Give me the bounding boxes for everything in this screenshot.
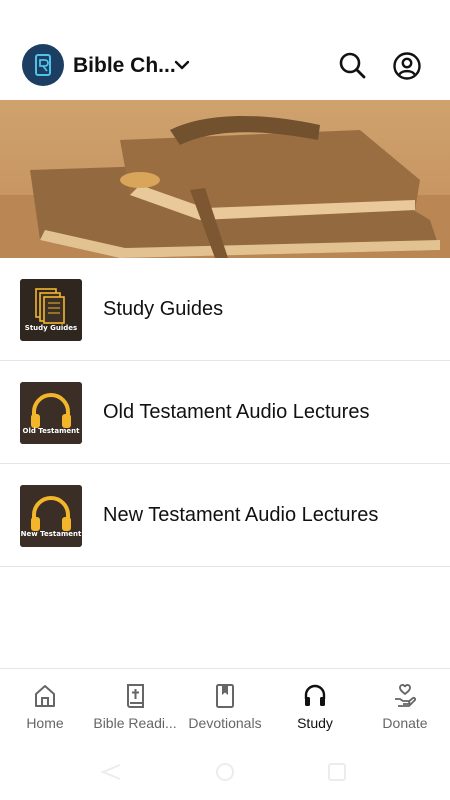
nav-label: Home bbox=[26, 715, 64, 731]
nav-label: Study bbox=[297, 715, 333, 731]
bookmark-book-icon bbox=[216, 684, 234, 708]
back-nav-icon bbox=[100, 764, 121, 780]
new-testament-thumbnail: New Testament bbox=[20, 485, 82, 547]
list-item-label: Old Testament Audio Lectures bbox=[103, 401, 370, 423]
nav-donate[interactable]: Donate bbox=[360, 669, 450, 751]
home-icon bbox=[35, 685, 55, 707]
app-header: Bible Ch... bbox=[0, 30, 450, 100]
nav-label: Devotionals bbox=[188, 715, 262, 731]
recents-nav-icon bbox=[328, 763, 346, 781]
nav-study[interactable]: Study bbox=[270, 669, 360, 751]
nav-label: Donate bbox=[382, 715, 428, 731]
nav-bible-reading[interactable]: Bible Readi... bbox=[90, 669, 180, 751]
app-title-dropdown[interactable]: Bible Ch... bbox=[73, 54, 176, 78]
nav-home[interactable]: Home bbox=[0, 669, 90, 751]
donate-hand-icon bbox=[395, 684, 417, 707]
bible-logo-icon bbox=[35, 54, 51, 76]
system-navigation-bar bbox=[0, 750, 450, 800]
bible-icon bbox=[127, 684, 144, 708]
list-item-old-testament-audio[interactable]: Old Testament Old Testament Audio Lectur… bbox=[0, 361, 450, 464]
list-item-new-testament-audio[interactable]: New Testament New Testament Audio Lectur… bbox=[0, 464, 450, 567]
bottom-navigation: Home Bible Readi... Devotionals Study Do… bbox=[0, 668, 450, 750]
study-guides-thumbnail: Study Guides bbox=[20, 279, 82, 341]
old-testament-thumbnail: Old Testament bbox=[20, 382, 82, 444]
search-icon[interactable] bbox=[338, 51, 366, 79]
list-item-label: Study Guides bbox=[103, 298, 224, 320]
list-item-study-guides[interactable]: Study Guides Study Guides bbox=[0, 258, 450, 361]
app-logo[interactable] bbox=[22, 44, 64, 86]
thumbnail-caption: New Testament bbox=[20, 530, 82, 538]
nav-label: Bible Readi... bbox=[93, 715, 177, 731]
headphones-icon bbox=[304, 684, 326, 706]
hero-banner-image bbox=[0, 100, 450, 258]
chevron-down-icon[interactable] bbox=[173, 56, 191, 74]
account-icon[interactable] bbox=[392, 51, 422, 81]
nav-devotionals[interactable]: Devotionals bbox=[180, 669, 270, 751]
thumbnail-caption: Old Testament bbox=[22, 427, 80, 435]
home-nav-icon bbox=[216, 763, 234, 781]
system-nav-buttons bbox=[100, 763, 346, 781]
study-list: Study Guides Study Guides Old Testament … bbox=[0, 258, 450, 567]
list-item-label: New Testament Audio Lectures bbox=[103, 504, 379, 526]
thumbnail-caption: Study Guides bbox=[24, 324, 78, 332]
bible-book-photo bbox=[0, 100, 450, 258]
